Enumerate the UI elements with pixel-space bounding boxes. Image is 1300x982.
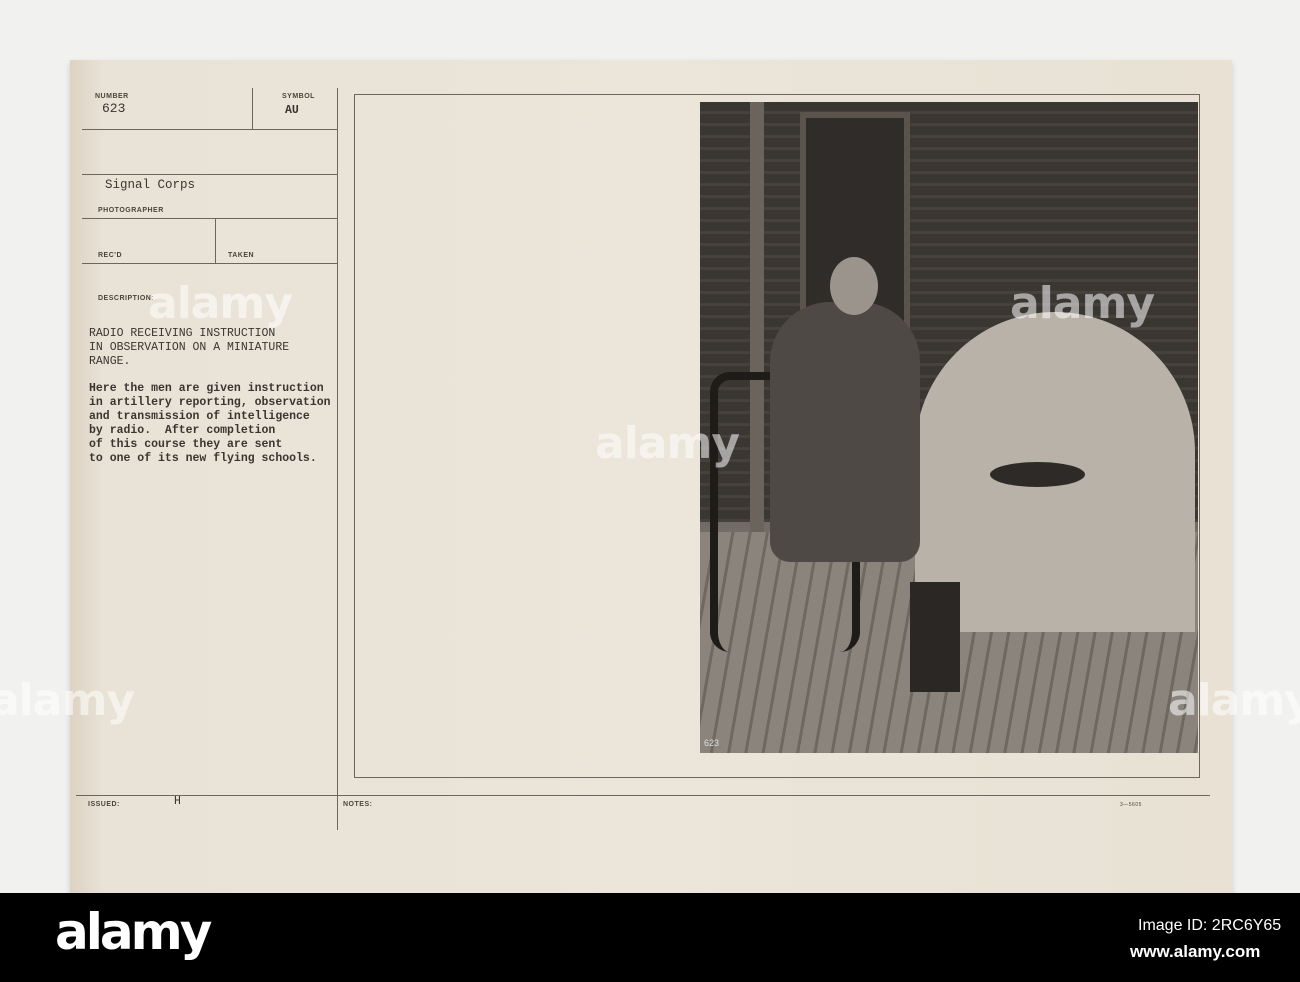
- watermark: alamy: [595, 418, 740, 469]
- bottom-rule: [76, 795, 1210, 796]
- rule: [82, 129, 338, 130]
- title-line: RADIO RECEIVING INSTRUCTION: [89, 327, 276, 340]
- image-id: Image ID: 2RC6Y65: [1138, 917, 1282, 934]
- watermark: alamy: [1010, 278, 1155, 329]
- photographer-value: Signal Corps: [105, 178, 196, 192]
- rule: [82, 174, 338, 175]
- body-line: Here the men are given instruction: [89, 382, 324, 395]
- photograph: 623: [700, 102, 1198, 753]
- recd-label: REC'D: [98, 252, 122, 259]
- alamy-logo: alamy: [55, 903, 212, 961]
- rule: [82, 218, 338, 219]
- body-line: and transmission of intelligence: [89, 410, 310, 423]
- symbol-label: SYMBOL: [282, 93, 315, 100]
- title-line: RANGE.: [89, 355, 131, 368]
- number-value: 623: [102, 101, 126, 116]
- form-code: 3—5605: [1120, 802, 1142, 808]
- boots: [910, 582, 960, 692]
- seated-man: [770, 302, 920, 562]
- recd-taken-divider: [215, 218, 216, 263]
- photo-number: 623: [704, 738, 720, 748]
- number-symbol-divider: [252, 88, 253, 129]
- watermark: alamy: [1168, 675, 1300, 726]
- photographer-label: PHOTOGRAPHER: [98, 207, 164, 214]
- man-head: [830, 257, 878, 315]
- miniature-range-disc: [990, 462, 1085, 487]
- notes-label: NOTES:: [343, 801, 373, 808]
- body-line: to one of its new flying schools.: [89, 452, 317, 465]
- stock-banner: alamy Image ID: 2RC6Y65 www.alamy.com: [0, 893, 1300, 982]
- body-line: of this course they are sent: [89, 438, 283, 451]
- taken-label: TAKEN: [228, 252, 255, 259]
- description-body: Here the men are given instruction in ar…: [89, 382, 331, 466]
- description-title: RADIO RECEIVING INSTRUCTION IN OBSERVATI…: [89, 327, 289, 369]
- watermark: alamy: [0, 675, 135, 726]
- description-label: DESCRIPTION:: [98, 295, 155, 302]
- issued-value: H: [174, 795, 181, 808]
- number-label: NUMBER: [95, 93, 129, 100]
- body-line: in artillery reporting, observation: [89, 396, 331, 409]
- symbol-value: AU: [285, 104, 299, 117]
- body-line: by radio. After completion: [89, 424, 276, 437]
- title-line: IN OBSERVATION ON A MINIATURE: [89, 341, 290, 354]
- rule: [82, 263, 338, 264]
- watermark: alamy: [148, 278, 293, 329]
- column-divider: [337, 88, 338, 830]
- issued-label: ISSUED:: [88, 801, 120, 808]
- alamy-url[interactable]: www.alamy.com: [1130, 942, 1260, 962]
